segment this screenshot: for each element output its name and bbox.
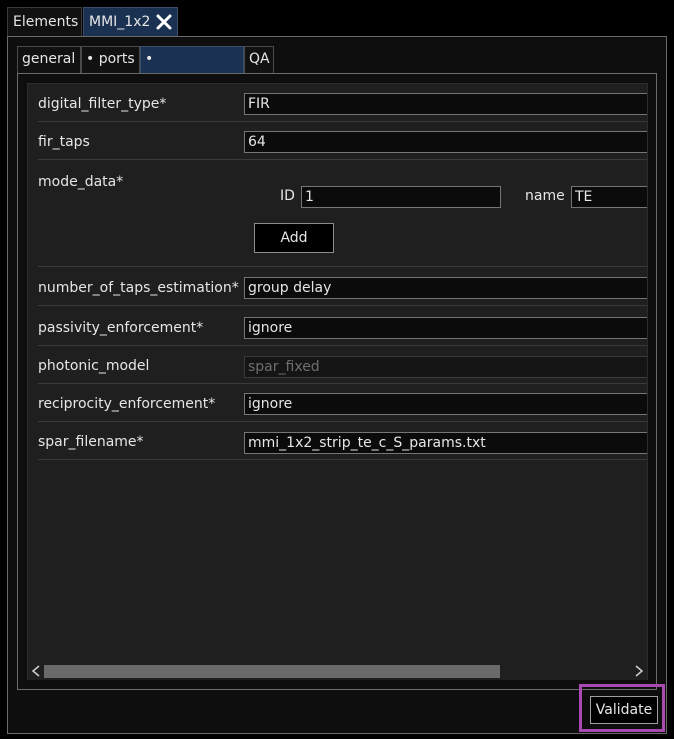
mode-data-label: mode_data*	[38, 174, 124, 190]
tab-qa[interactable]: QA	[244, 46, 274, 73]
fir-taps-label: fir_taps	[38, 134, 90, 150]
chevron-left-icon[interactable]	[31, 665, 41, 677]
validate-button[interactable]: Validate	[590, 696, 658, 724]
scrollbar-thumb[interactable]	[44, 665, 500, 678]
passivity-enforcement-label: passivity_enforcement*	[38, 320, 204, 336]
mode-name-field[interactable]: TE	[571, 186, 647, 208]
spar-filename-field[interactable]: mmi_1x2_strip_te_c_S_params.txt	[244, 432, 647, 454]
mode-id-field[interactable]: 1	[301, 186, 501, 208]
reciprocity-enforcement-label: reciprocity_enforcement*	[38, 396, 216, 412]
tab-mmi-label: MMI_1x2	[89, 14, 151, 30]
spar-filename-label: spar_filename*	[38, 434, 144, 450]
tab-ports[interactable]: • ports	[81, 46, 140, 73]
number-of-taps-estimation-label: number_of_taps_estimation*	[38, 280, 239, 296]
horizontal-scrollbar[interactable]	[28, 662, 647, 680]
tab-general[interactable]: general	[17, 46, 81, 73]
photonic-model-field: spar_fixed	[244, 356, 647, 378]
model-data-form: digital_filter_type* FIR fir_taps 64 mod…	[27, 83, 648, 680]
reciprocity-enforcement-field[interactable]: ignore	[244, 393, 647, 415]
number-of-taps-estimation-field[interactable]: group delay	[244, 277, 647, 299]
close-icon[interactable]	[156, 14, 172, 30]
digital-filter-type-label: digital_filter_type*	[38, 96, 167, 112]
mode-id-label: ID	[280, 188, 295, 204]
mode-name-label: name	[525, 188, 565, 204]
photonic-model-label: photonic_model	[38, 358, 150, 374]
tab-elements[interactable]: Elements	[7, 7, 82, 37]
add-mode-button[interactable]: Add	[254, 223, 334, 253]
tab-model-data[interactable]: • model_data	[140, 46, 244, 92]
passivity-enforcement-field[interactable]: ignore	[244, 317, 647, 339]
fir-taps-field[interactable]: 64	[244, 131, 647, 153]
tab-mmi-1x2[interactable]: MMI_1x2	[83, 7, 178, 37]
digital-filter-type-field[interactable]: FIR	[244, 93, 647, 115]
chevron-right-icon[interactable]	[634, 665, 644, 677]
